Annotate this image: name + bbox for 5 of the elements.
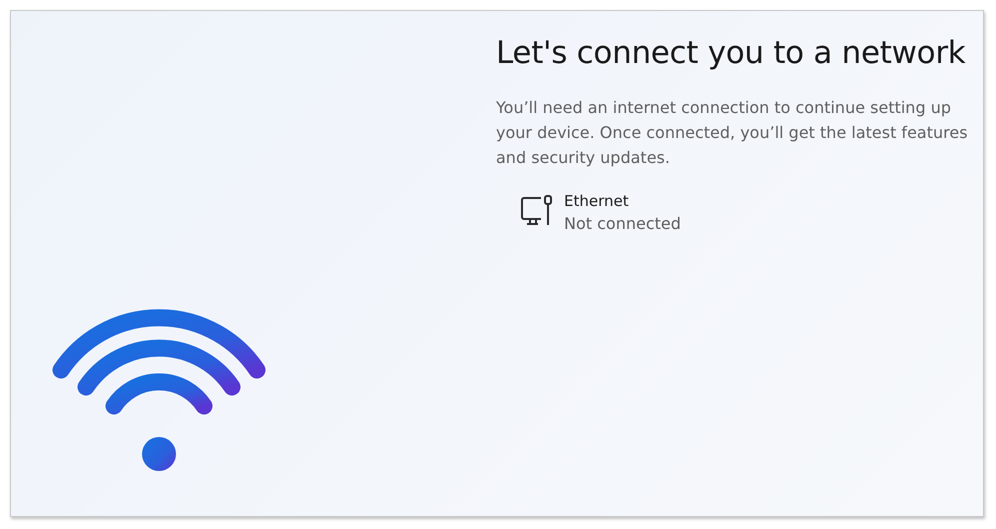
network-status: Not connected bbox=[564, 213, 681, 235]
page-heading: Let's connect you to a network bbox=[496, 34, 966, 73]
network-name[interactable]: Ethernet bbox=[564, 190, 681, 212]
description-text: You’ll need an internet connection to continue setting up your device. Once connected, you’ll get the latest features and security updates. bbox=[496, 97, 969, 169]
ethernet-monitor-icon bbox=[520, 194, 554, 228]
